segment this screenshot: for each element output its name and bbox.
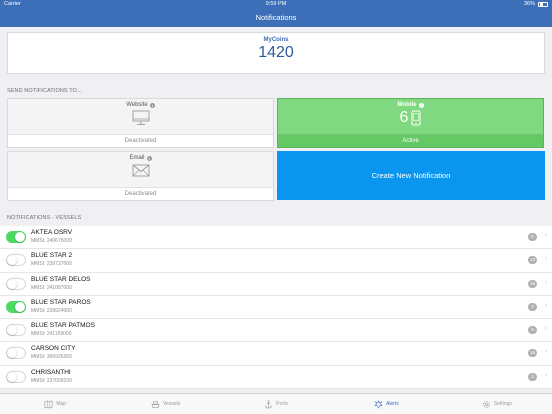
tab-label: Settings: [493, 401, 512, 407]
notification-count-badge: 3: [528, 372, 537, 381]
toggle-knob: [7, 348, 17, 359]
battery-percent: 36%: [523, 1, 535, 7]
clock: 9:59 PM: [265, 1, 287, 7]
mobile-channel-tile[interactable]: Mobile i 6 Active: [277, 98, 544, 148]
toggle-knob: [7, 278, 17, 289]
anchor-icon: [265, 399, 273, 408]
chevron-right-icon: ›: [544, 348, 547, 356]
vessel-name: AKTEA OSRV: [31, 229, 73, 236]
info-icon[interactable]: i: [149, 102, 155, 108]
map-icon: [44, 399, 53, 409]
vessel-name: CHRISANTHI: [31, 368, 71, 376]
vessel-row[interactable]: CHRISANTHI MMSI: 237009100 3 ›: [0, 365, 552, 390]
vessel-row[interactable]: BLUE STAR DELOS MMSI: 241087000 16 ›: [0, 272, 552, 296]
coins-value: 1420: [258, 44, 294, 61]
tab-alerts[interactable]: Alerts: [331, 394, 441, 414]
tab-ports[interactable]: Ports: [221, 394, 331, 414]
create-notification-button[interactable]: Create New Notification: [277, 151, 545, 200]
vessel-mmsi: MMSI: 240675000: [31, 238, 72, 244]
vessel-row[interactable]: BLUE STAR PAROS MMSI: 239924000 2 ›: [0, 295, 552, 320]
tab-map[interactable]: Map: [0, 394, 110, 414]
email-channel-tile[interactable]: Email i Deactivated: [7, 151, 274, 201]
vessel-toggle[interactable]: [6, 300, 26, 313]
mobile-count: 6: [399, 109, 409, 126]
tab-label: Ports: [276, 401, 288, 407]
vessel-toggle[interactable]: [6, 347, 26, 360]
vessel-toggle[interactable]: [6, 370, 26, 383]
vessel-mmsi: MMSI: 366926260: [31, 354, 72, 361]
notification-count-badge: 16: [527, 349, 537, 358]
page-title: Notifications: [255, 13, 297, 22]
tab-label: Vessels: [162, 401, 181, 407]
website-status: Deactivated: [124, 138, 157, 144]
toggle-knob: [15, 232, 25, 242]
notification-count-badge: 16: [527, 279, 537, 288]
email-status: Deactivated: [124, 191, 157, 197]
vessel-name: BLUE STAR PAROS: [31, 298, 91, 306]
vessel-row[interactable]: AKTEA OSRV MMSI: 240675000 6 ›: [0, 226, 552, 250]
battery-icon: [538, 1, 548, 7]
toggle-knob: [7, 255, 17, 266]
notification-count-badge: 5: [528, 326, 537, 335]
vessel-toggle[interactable]: [6, 231, 26, 243]
chevron-right-icon: ›: [544, 301, 547, 309]
info-icon[interactable]: i: [146, 155, 152, 161]
vessel-mmsi: MMSI: 239924000: [31, 307, 72, 314]
vessel-toggle[interactable]: [6, 254, 26, 267]
chevron-right-icon: ›: [544, 255, 547, 263]
tab-vessels[interactable]: Vessels: [110, 394, 220, 414]
notification-count-badge: 13: [527, 256, 537, 265]
mobile-status: Active: [402, 138, 419, 144]
send-section-title: SEND NOTIFICATIONS TO...: [7, 88, 82, 94]
toggle-knob: [7, 371, 17, 382]
vessel-mmsi: MMSI: 239737000: [31, 261, 72, 268]
chevron-right-icon: ›: [544, 278, 547, 286]
vessel-mmsi: MMSI: 241087000: [31, 284, 72, 291]
phone-icon: [411, 110, 421, 126]
vessel-row[interactable]: CARSON CITY MMSI: 366926260 16 ›: [0, 342, 552, 366]
vessels-section-title: NOTIFICATIONS - VESSELS: [7, 215, 82, 221]
vessel-list: AKTEA OSRV MMSI: 240675000 6 › BLUE STAR 2 MM…: [0, 226, 552, 390]
vessel-toggle[interactable]: [6, 324, 26, 337]
vessel-row[interactable]: BLUE STAR PATMOS MMSI: 241159000 5 ›: [0, 319, 552, 343]
vessel-name: BLUE STAR 2: [31, 252, 73, 260]
monitor-icon: [132, 110, 149, 125]
info-icon[interactable]: i: [418, 102, 424, 108]
notification-count-badge: 6: [528, 233, 537, 241]
website-title: Website: [126, 102, 148, 108]
tab-settings[interactable]: Settings: [442, 394, 552, 414]
status-bar: Carrier 9:59 PM 36%: [0, 0, 552, 9]
coins-panel: MyCoins 1420: [7, 32, 545, 74]
toggle-knob: [7, 325, 17, 336]
vessel-name: CARSON CITY: [31, 345, 76, 353]
tab-label: Alerts: [386, 401, 399, 407]
vessel-row[interactable]: BLUE STAR 2 MMSI: 239737000 13 ›: [0, 249, 552, 273]
toggle-knob: [15, 301, 25, 312]
chevron-right-icon: ›: [544, 371, 547, 379]
coins-label: MyCoins: [263, 37, 289, 43]
alerts-icon: [374, 399, 383, 409]
vessel-mmsi: MMSI: 237009100: [31, 377, 72, 384]
email-title: Email: [129, 155, 145, 161]
vessel-mmsi: MMSI: 241159000: [31, 331, 72, 338]
vessel-toggle[interactable]: [6, 277, 26, 290]
website-channel-tile[interactable]: Website i Deactivated: [7, 98, 274, 148]
notification-count-badge: 2: [528, 302, 537, 311]
mobile-title: Mobile: [397, 102, 417, 108]
tab-bar: Map Vessels Ports Alerts Settings: [0, 393, 552, 414]
gear-icon: [483, 400, 490, 408]
vessel-icon: [151, 400, 160, 408]
nav-bar: Notifications: [0, 9, 552, 27]
vessel-name: BLUE STAR DELOS: [31, 275, 91, 283]
envelope-icon: [132, 164, 149, 177]
chevron-right-icon: ›: [544, 325, 547, 333]
chevron-right-icon: ›: [544, 232, 547, 239]
vessel-name: BLUE STAR PATMOS: [31, 322, 95, 330]
tab-label: Map: [56, 401, 67, 407]
